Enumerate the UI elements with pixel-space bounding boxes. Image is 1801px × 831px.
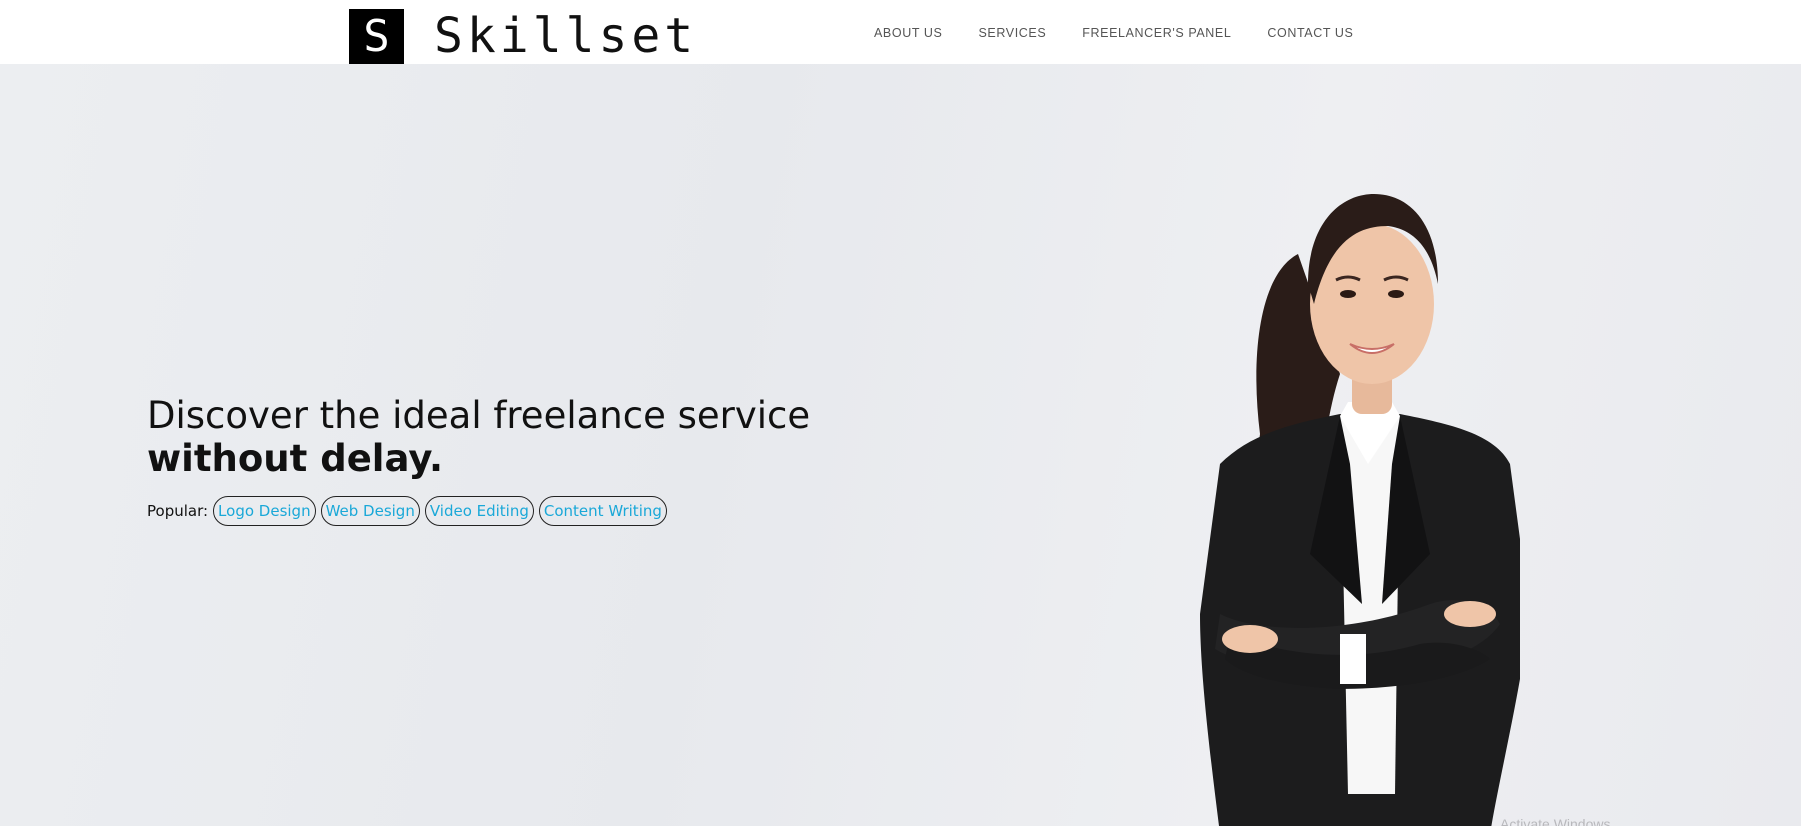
site-header: S Skillset ABOUT US SERVICES FREELANCER'… <box>0 0 1801 64</box>
hero-headline-line2: without delay. <box>147 437 444 480</box>
nav-about-us[interactable]: ABOUT US <box>874 26 942 40</box>
brand-name[interactable]: Skillset <box>434 12 697 60</box>
popular-tags: Popular: Logo Design Web Design Video Ed… <box>147 496 667 526</box>
hero-headline: Discover the ideal freelance service wit… <box>147 394 810 480</box>
logo-mark-letter: S <box>363 10 390 62</box>
hero-headline-line1: Discover the ideal freelance service <box>147 394 811 437</box>
nav-contact-us[interactable]: CONTACT US <box>1267 26 1353 40</box>
hero-person-image <box>1200 194 1520 826</box>
nav-services[interactable]: SERVICES <box>978 26 1046 40</box>
tag-video-editing[interactable]: Video Editing <box>424 496 534 526</box>
activate-windows-watermark: Activate Windows <box>1500 816 1611 826</box>
tag-logo-design[interactable]: Logo Design <box>213 496 316 526</box>
tag-web-design[interactable]: Web Design <box>320 496 420 526</box>
nav-freelancers-panel[interactable]: FREELANCER'S PANEL <box>1082 26 1231 40</box>
hero-section: Discover the ideal freelance service wit… <box>0 64 1801 826</box>
main-nav: ABOUT US SERVICES FREELANCER'S PANEL CON… <box>874 26 1390 40</box>
bottom-strip <box>0 826 1801 831</box>
popular-label: Popular: <box>147 502 209 520</box>
tag-content-writing[interactable]: Content Writing <box>538 496 667 526</box>
logo-mark[interactable]: S <box>349 9 404 64</box>
